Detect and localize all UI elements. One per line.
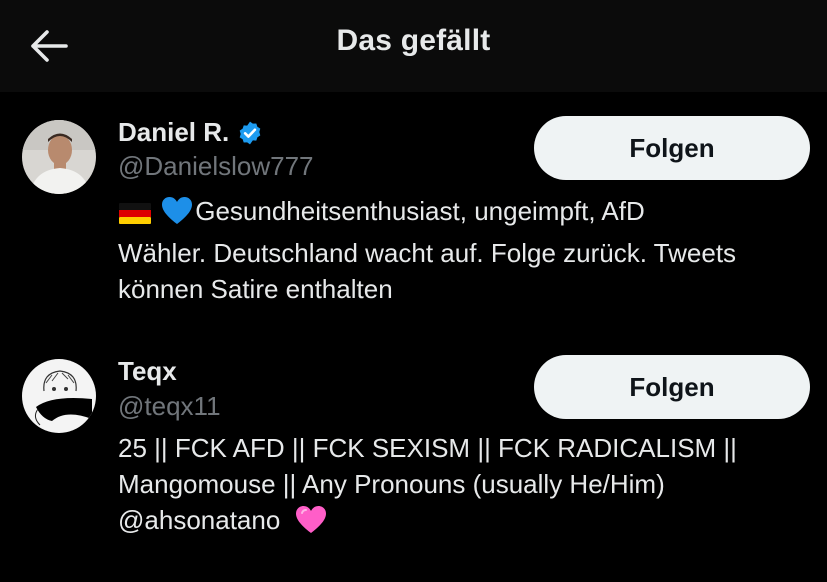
top-bar: Das gefällt	[0, 0, 827, 92]
blue-heart-icon	[159, 196, 195, 235]
pink-heart-icon	[294, 505, 328, 544]
display-name[interactable]: Teqx	[118, 356, 177, 387]
bio-line: Mangomouse || Any Pronouns (usually He/H…	[118, 469, 665, 499]
follow-button[interactable]: Folgen	[534, 116, 810, 180]
bio-line: 25 || FCK AFD || FCK SEXISM || FCK RADIC…	[118, 433, 737, 463]
user-bio: 25 || FCK AFD || FCK SEXISM || FCK RADIC…	[118, 430, 808, 544]
name-line: Teqx	[118, 356, 177, 387]
bio-line: @ahsonatano	[118, 502, 808, 544]
german-flag-icon	[118, 199, 152, 235]
page-title: Das gefällt	[336, 24, 491, 57]
bio-line: Gesundheitsenthusiast, ungeimpft, AfD	[118, 193, 808, 235]
bio-line: Wähler. Deutschland wacht auf. Folge zur…	[118, 238, 737, 268]
bio-text: Gesundheitsenthusiast, ungeimpft, AfD	[195, 196, 645, 226]
avatar-drawing	[22, 359, 96, 433]
user-bio: Gesundheitsenthusiast, ungeimpft, AfD Wä…	[118, 193, 808, 307]
avatar-photo	[22, 120, 96, 194]
bio-line: können Satire enthalten	[118, 274, 393, 304]
mention-link[interactable]: @ahsonatano	[118, 505, 280, 535]
user-handle: @Danielslow777	[118, 151, 314, 181]
name-line: Daniel R.	[118, 117, 263, 148]
display-name[interactable]: Daniel R.	[118, 117, 229, 148]
verified-badge-icon	[239, 121, 261, 144]
user-handle: @teqx11	[118, 391, 221, 421]
follow-button[interactable]: Folgen	[534, 355, 810, 419]
avatar[interactable]	[22, 120, 96, 194]
avatar[interactable]	[22, 359, 96, 433]
